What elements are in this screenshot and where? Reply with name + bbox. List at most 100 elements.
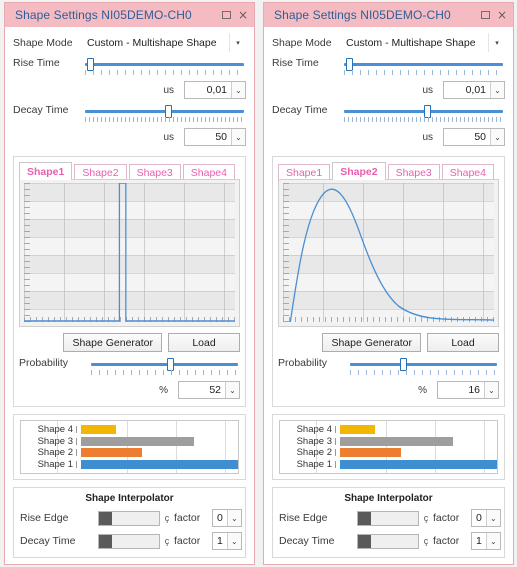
tabstrip: Shape1 Shape2 Shape3 Shape4 bbox=[19, 162, 240, 180]
decay-time-interp-spinner[interactable]: 1 ⌄ bbox=[471, 532, 501, 550]
load-button[interactable]: Load bbox=[427, 333, 499, 352]
rise-edge-progress[interactable] bbox=[98, 510, 160, 526]
shape-weights-group: Shape 4 Shape 3 Shape 2 Shape 1 bbox=[272, 414, 505, 480]
shape-mode-row: Shape Mode Custom - Multishape Shape ▾ bbox=[272, 33, 505, 52]
progress-fill bbox=[99, 511, 113, 525]
probability-label: Probability bbox=[19, 357, 69, 369]
decay-time-progress[interactable] bbox=[98, 533, 160, 549]
chevron-down-icon[interactable]: ⌄ bbox=[231, 129, 245, 145]
tab-shape1[interactable]: Shape1 bbox=[278, 164, 331, 180]
rise-time-slider[interactable] bbox=[85, 57, 244, 79]
probability-spinner[interactable]: 52 ⌄ bbox=[178, 381, 240, 399]
shape-plot[interactable] bbox=[19, 179, 240, 327]
close-icon[interactable]: × bbox=[497, 9, 507, 21]
interp-mark-icon: ç bbox=[423, 536, 429, 546]
window-body: Shape Mode Custom - Multishape Shape ▾ R… bbox=[264, 27, 513, 564]
chevron-down-icon[interactable]: ⌄ bbox=[226, 533, 241, 549]
rise-time-spinner[interactable]: 0,01 ⌄ bbox=[184, 81, 246, 99]
probability-slider[interactable] bbox=[350, 357, 497, 379]
chevron-down-icon[interactable]: ⌄ bbox=[225, 382, 239, 398]
decay-time-factor-label: factor bbox=[174, 535, 201, 547]
shape-generator-button[interactable]: Shape Generator bbox=[322, 333, 421, 352]
rise-time-value-row: us 0,01 ⌄ bbox=[272, 81, 505, 99]
bar-row: Shape 1 bbox=[21, 459, 238, 470]
chevron-down-icon[interactable]: ⌄ bbox=[485, 510, 500, 526]
tab-shape4[interactable]: Shape4 bbox=[441, 164, 494, 180]
shape-mode-value: Custom - Multishape Shape bbox=[346, 36, 476, 49]
shape-curve-impulse bbox=[24, 183, 235, 322]
bar-label: Shape 2 bbox=[37, 447, 73, 459]
tab-shape2[interactable]: Shape2 bbox=[74, 164, 127, 180]
decay-time-slider[interactable] bbox=[85, 104, 244, 126]
interpolator-decay-time-row: Decay Time ç factor 1 ⌄ bbox=[279, 532, 501, 550]
chevron-down-icon[interactable]: ⌄ bbox=[490, 129, 504, 145]
interp-mark-icon: ç bbox=[164, 513, 170, 523]
bar-row: Shape 3 bbox=[280, 436, 497, 447]
bar-label: Shape 4 bbox=[296, 424, 332, 436]
progress-fill bbox=[358, 534, 372, 548]
chevron-down-icon[interactable]: ▾ bbox=[230, 39, 246, 47]
progress-fill bbox=[99, 534, 113, 548]
chevron-down-icon[interactable]: ⌄ bbox=[226, 510, 241, 526]
decay-time-factor-label: factor bbox=[433, 535, 460, 547]
tab-shape2[interactable]: Shape2 bbox=[332, 162, 386, 180]
maximize-icon[interactable] bbox=[221, 11, 231, 19]
shape-settings-window-left: Shape Settings NI05DEMO-CH0 × Shape Mode… bbox=[4, 2, 255, 565]
bar-label: Shape 3 bbox=[37, 435, 73, 447]
probability-slider[interactable] bbox=[91, 357, 238, 379]
bar-shape2 bbox=[81, 448, 142, 458]
decay-time-slider[interactable] bbox=[344, 104, 503, 126]
chevron-down-icon[interactable]: ⌄ bbox=[490, 82, 504, 98]
decay-time-spinner[interactable]: 50 ⌄ bbox=[184, 128, 246, 146]
probability-spinner[interactable]: 16 ⌄ bbox=[437, 381, 499, 399]
chevron-down-icon[interactable]: ▾ bbox=[489, 39, 505, 47]
maximize-icon[interactable] bbox=[480, 11, 490, 19]
chevron-down-icon[interactable]: ⌄ bbox=[231, 82, 245, 98]
load-button[interactable]: Load bbox=[168, 333, 240, 352]
decay-time-row: Decay Time bbox=[272, 104, 505, 126]
plot-buttons: Shape Generator Load bbox=[278, 333, 499, 352]
bar-shape3 bbox=[340, 436, 453, 446]
rise-edge-spinner[interactable]: 0 ⌄ bbox=[471, 509, 501, 527]
decay-time-interp-spinner[interactable]: 1 ⌄ bbox=[212, 532, 242, 550]
rise-time-spinner[interactable]: 0,01 ⌄ bbox=[443, 81, 505, 99]
app-root: Shape Settings NI05DEMO-CH0 × Shape Mode… bbox=[0, 0, 517, 567]
rise-time-slider[interactable] bbox=[344, 57, 503, 79]
shape-generator-button[interactable]: Shape Generator bbox=[63, 333, 162, 352]
bar-label: Shape 1 bbox=[296, 458, 332, 470]
decay-time-progress[interactable] bbox=[357, 533, 419, 549]
plot-inner bbox=[24, 183, 235, 322]
slider-track bbox=[344, 63, 503, 66]
plot-buttons: Shape Generator Load bbox=[19, 333, 240, 352]
tab-shape4[interactable]: Shape4 bbox=[182, 164, 235, 180]
rise-time-label: Rise Time bbox=[272, 57, 319, 69]
decay-time-unit: us bbox=[422, 131, 433, 143]
shape-settings-window-right: Shape Settings NI05DEMO-CH0 × Shape Mode… bbox=[263, 2, 514, 565]
decay-time-value: 50 bbox=[474, 131, 486, 143]
window-controls: × bbox=[221, 9, 248, 21]
shape-mode-select[interactable]: Custom - Multishape Shape ▾ bbox=[344, 33, 505, 52]
shape-mode-select[interactable]: Custom - Multishape Shape ▾ bbox=[85, 33, 246, 52]
slider-ticks bbox=[85, 70, 244, 75]
shape-mode-value: Custom - Multishape Shape bbox=[87, 36, 217, 49]
bar-shape1 bbox=[340, 459, 497, 469]
probability-unit: % bbox=[159, 384, 168, 396]
rise-edge-spinner[interactable]: 0 ⌄ bbox=[212, 509, 242, 527]
close-icon[interactable]: × bbox=[238, 9, 248, 21]
probability-value-row: % 52 ⌄ bbox=[19, 381, 240, 399]
rise-edge-progress[interactable] bbox=[357, 510, 419, 526]
shape-tabs-group: Shape1 Shape2 Shape3 Shape4 Shape Genera… bbox=[272, 156, 505, 407]
shape-mode-label: Shape Mode bbox=[13, 36, 73, 49]
window-controls: × bbox=[480, 9, 507, 21]
probability-value: 16 bbox=[468, 384, 480, 396]
tab-shape1[interactable]: Shape1 bbox=[19, 162, 73, 180]
rise-time-value: 0,01 bbox=[465, 84, 486, 96]
tab-shape3[interactable]: Shape3 bbox=[387, 164, 440, 180]
chevron-down-icon[interactable]: ⌄ bbox=[485, 533, 500, 549]
tab-shape3[interactable]: Shape3 bbox=[128, 164, 181, 180]
chevron-down-icon[interactable]: ⌄ bbox=[484, 382, 498, 398]
shape-tabs-group: Shape1 Shape2 Shape3 Shape4 Shape Genera… bbox=[13, 156, 246, 407]
decay-time-spinner[interactable]: 50 ⌄ bbox=[443, 128, 505, 146]
shape-plot[interactable] bbox=[278, 179, 499, 327]
bar-row: Shape 2 bbox=[21, 447, 238, 459]
